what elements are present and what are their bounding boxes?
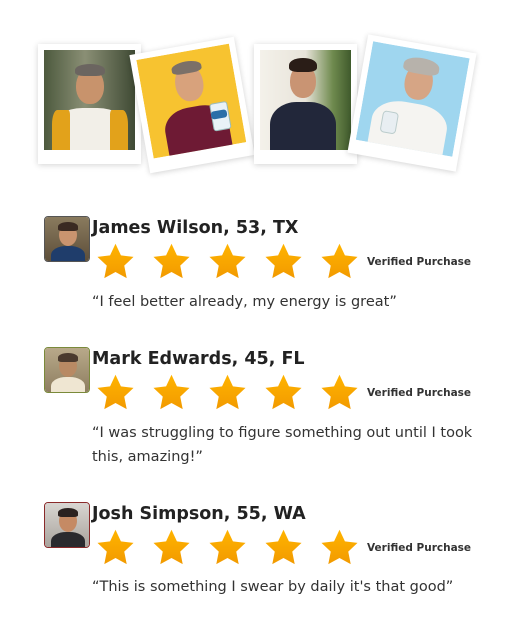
star-icon [209,529,246,565]
star-icon [97,243,134,279]
avatar [44,502,90,548]
star-icon [265,529,302,565]
photo-man-yellow-scarf [38,44,141,164]
reviewer-name: James Wilson, 53, TX [92,218,299,238]
star-icon [153,374,190,410]
star-rating [94,372,361,414]
review-quote: “This is something I swear by daily it's… [92,579,454,595]
star-icon [97,374,134,410]
testimonial-photo-strip [0,0,518,190]
star-icon [265,374,302,410]
photo-man-holding-bottle [129,36,255,174]
review-quote: “I feel better already, my energy is gre… [92,294,397,310]
avatar [44,216,90,262]
reviewer-name: Josh Simpson, 55, WA [92,504,306,524]
star-rating [94,527,361,569]
avatar [44,347,90,393]
photo-man-white-tee [347,34,477,172]
star-icon [321,529,358,565]
verified-purchase-badge: Verified Purchase [367,542,472,554]
star-rating [94,241,361,283]
verified-purchase-badge: Verified Purchase [367,387,472,399]
star-icon [97,529,134,565]
star-icon [209,243,246,279]
photo-man-plants [254,44,357,164]
star-icon [153,243,190,279]
star-icon [209,374,246,410]
star-icon [265,243,302,279]
star-icon [321,374,358,410]
reviewer-name: Mark Edwards, 45, FL [92,349,305,369]
verified-purchase-badge: Verified Purchase [367,256,472,268]
star-icon [321,243,358,279]
star-icon [153,529,190,565]
review-quote: “I was struggling to figure something ou… [92,425,473,465]
